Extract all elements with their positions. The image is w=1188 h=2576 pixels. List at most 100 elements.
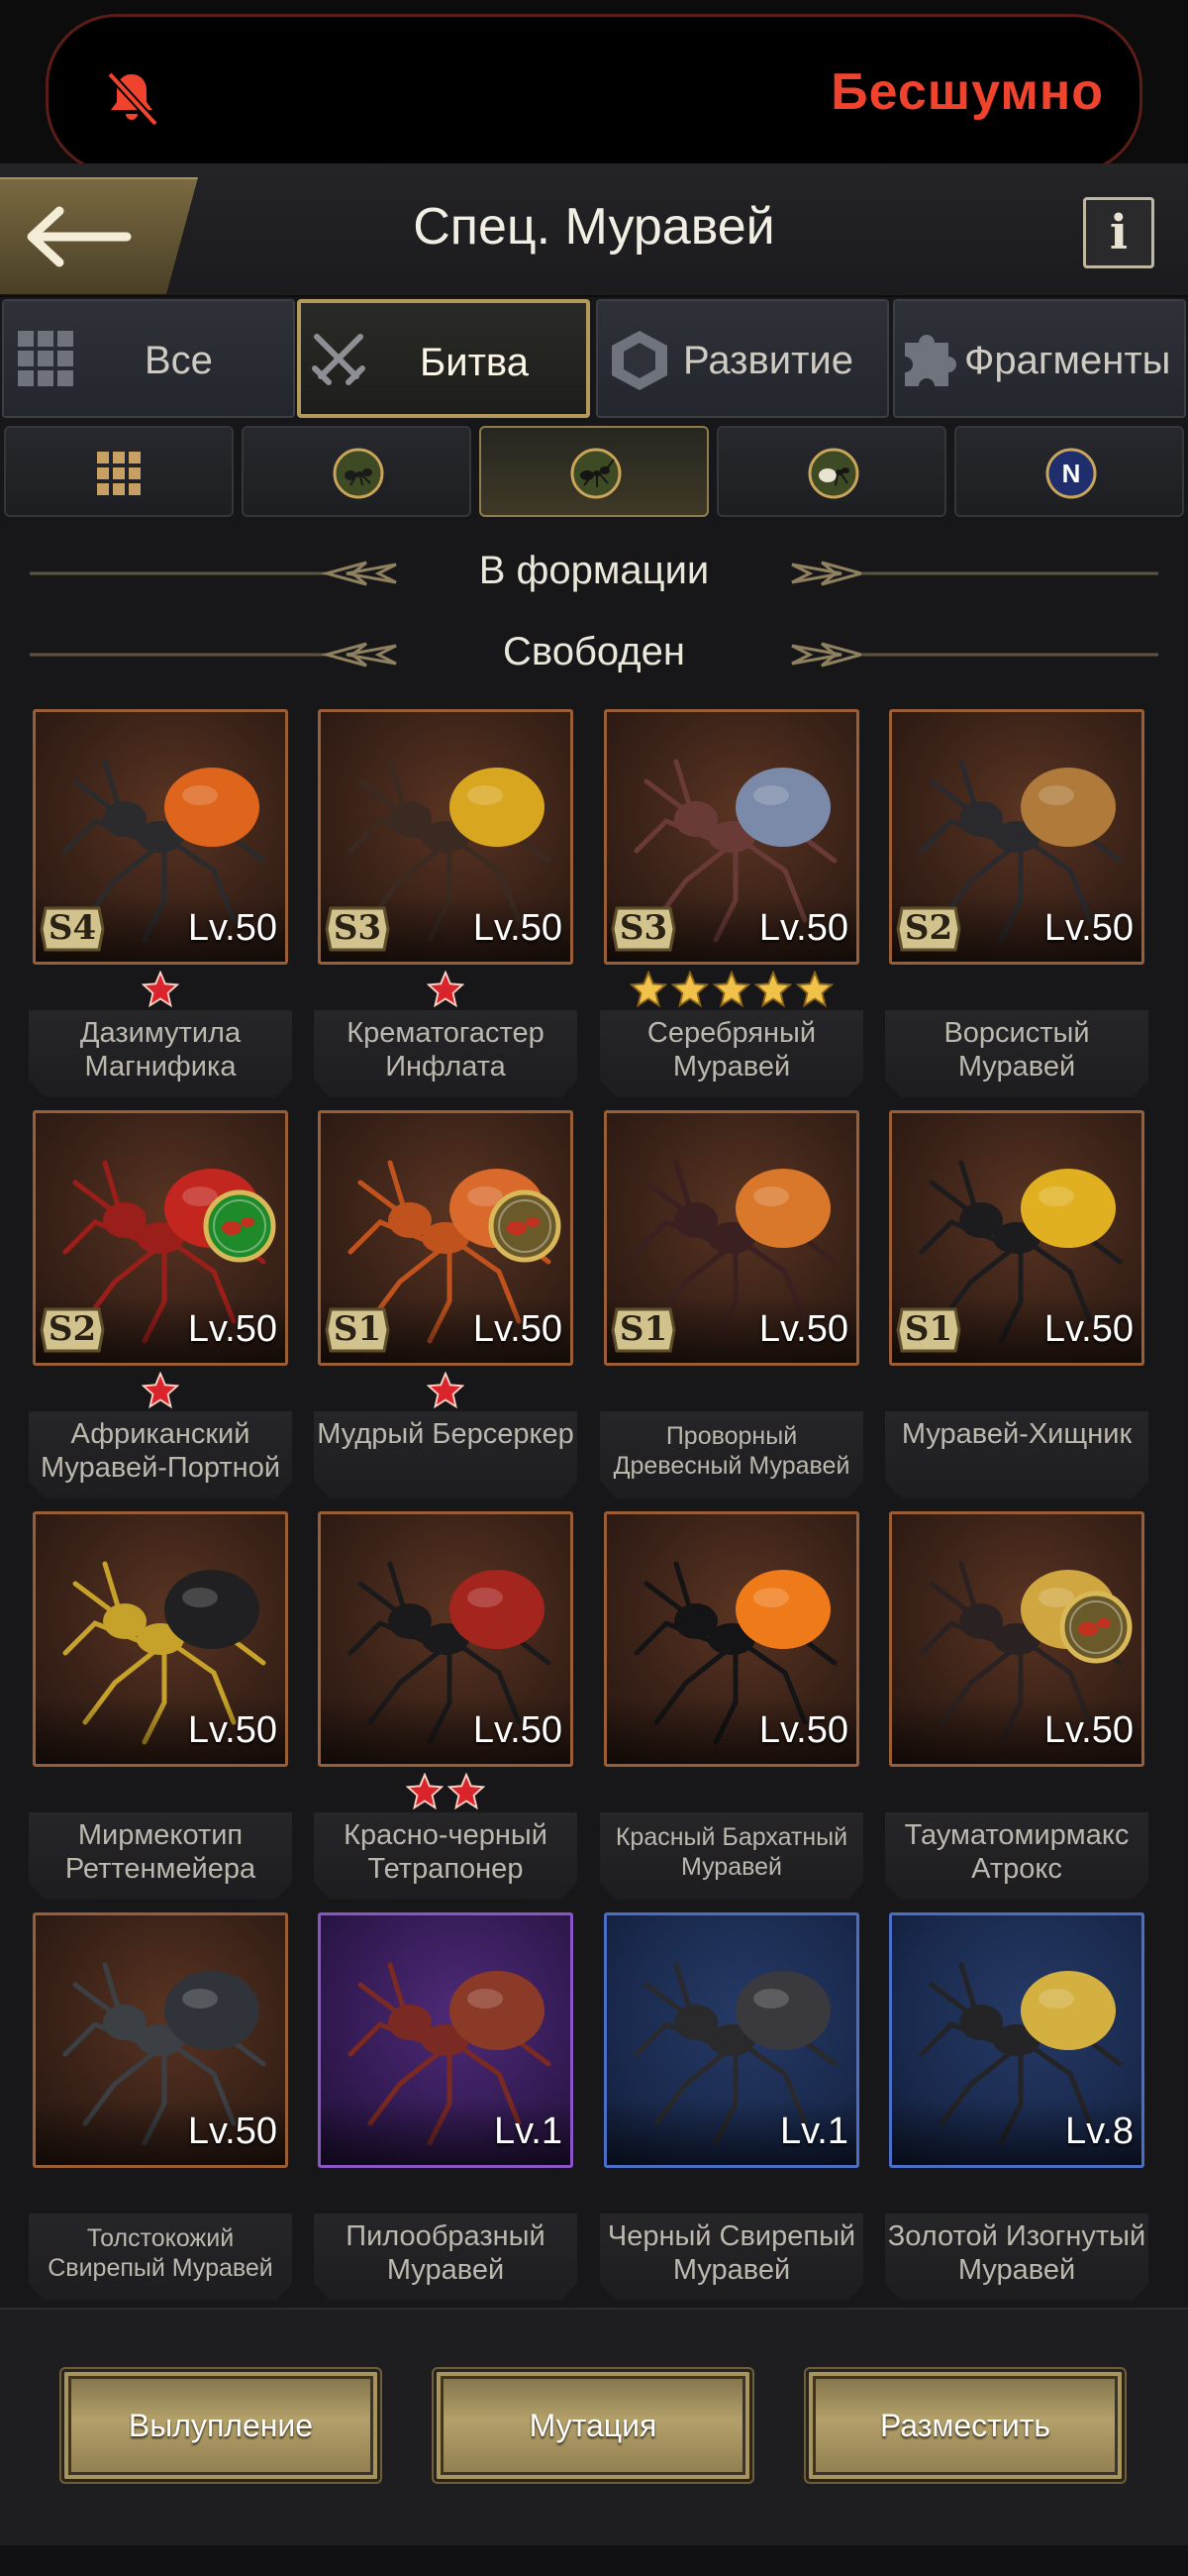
ant-portrait[interactable]: S3 Lv.50 (318, 709, 573, 965)
green-skill-icon (203, 1189, 276, 1263)
molt-button[interactable]: Вылупление (59, 2367, 382, 2484)
star-icon (427, 971, 464, 1008)
ant-name: Пилообразный Муравей (346, 2220, 545, 2286)
place-button[interactable]: Разместить (804, 2367, 1127, 2484)
ant-card[interactable]: S1 Lv.50 Муравей-Хищник (885, 1110, 1148, 1498)
star-icon (796, 971, 834, 1008)
ant-card[interactable]: Lv.50 Тауматомирмакс Атрокс (885, 1511, 1148, 1900)
filter-ant-type-2[interactable] (479, 426, 709, 517)
star-rating (604, 971, 859, 1010)
star-icon (427, 1372, 464, 1409)
ant-portrait[interactable]: Lv.50 (318, 1511, 573, 1767)
ant-portrait[interactable]: S2 Lv.50 (33, 1110, 288, 1366)
name-plate: Крематогастер Инфлата (314, 1010, 577, 1097)
tab-all[interactable]: Все (2, 299, 295, 418)
name-plate: Мудрый Берсеркер (314, 1411, 577, 1498)
category-tabs: Все Битва Развитие Фрагменты (0, 299, 1188, 418)
name-plate: Дазимутила Магнифика (29, 1010, 292, 1097)
rank-badge: S2 (896, 904, 961, 954)
ant-card[interactable]: S1 Lv.50 Мудрый Берсеркер (314, 1110, 577, 1498)
page-header: Спец. Муравей i (0, 163, 1188, 297)
level-label: Lv.50 (758, 907, 848, 949)
ant-portrait[interactable]: Lv.1 (318, 1912, 573, 2168)
ant-name: Муравей-Хищник (901, 1418, 1133, 1450)
star-rating (318, 971, 573, 1010)
ant-portrait[interactable]: Lv.50 (33, 1511, 288, 1767)
ant-card[interactable]: S2 Lv.50 Ворсистый Муравей (885, 709, 1148, 1097)
gold-skill-icon (488, 1189, 561, 1263)
name-plate: Серебряный Муравей (600, 1010, 863, 1097)
rank-label: S2 (904, 908, 953, 948)
notification-bar: Бесшумно (0, 0, 1188, 174)
action-bar: Вылупление Мутация Разместить (0, 2308, 1188, 2576)
tab-battle[interactable]: Битва (297, 299, 590, 418)
tab-fragments[interactable]: Фрагменты (893, 299, 1186, 418)
home-indicator-strip (0, 2545, 1188, 2576)
star-icon (406, 1773, 444, 1810)
page-title: Спец. Муравей (413, 198, 775, 256)
ant-portrait[interactable]: Lv.50 (33, 1912, 288, 2168)
rank-label: S1 (904, 1309, 953, 1349)
ant-name: Крематогастер Инфлата (346, 1017, 544, 1082)
filter-all[interactable] (4, 426, 234, 517)
ant-portrait[interactable]: Lv.1 (604, 1912, 859, 2168)
ornament-right-icon (791, 642, 1158, 668)
ant-name: Серебряный Муравей (646, 1017, 817, 1082)
ant-portrait[interactable]: S1 Lv.50 (604, 1110, 859, 1366)
rank-label: S1 (333, 1309, 382, 1349)
name-plate: Толстокожий Свирепый Муравей (29, 2214, 292, 2301)
ant-card[interactable]: Lv.1 Пилообразный Муравей (314, 1912, 577, 2301)
ant-name: Черный Свирепый Муравей (607, 2220, 856, 2286)
ant-type-2-icon (570, 448, 622, 499)
ant-card[interactable]: Lv.8 Золотой Изогнутый Муравей (885, 1912, 1148, 2301)
ant-card[interactable]: S4 Lv.50 Дазимутила Магнифика (29, 709, 292, 1097)
rank-badge: S4 (40, 904, 105, 954)
rank-badge: S2 (40, 1305, 105, 1355)
ant-portrait[interactable]: Lv.50 (604, 1511, 859, 1767)
level-label: Lv.50 (472, 1709, 562, 1751)
level-label: Lv.50 (187, 1709, 277, 1751)
tab-development[interactable]: Развитие (596, 299, 889, 418)
ant-name: Мудрый Берсеркер (317, 1418, 574, 1450)
ant-card[interactable]: S2 Lv.50 Африканский Муравей-Портной (29, 1110, 292, 1498)
n-badge-icon: N (1045, 448, 1097, 499)
ant-portrait[interactable]: Lv.8 (889, 1912, 1144, 2168)
ant-card[interactable]: Lv.50 Мирмекотип Реттенмейера (29, 1511, 292, 1900)
ant-portrait[interactable]: S1 Lv.50 (318, 1110, 573, 1366)
level-label: Lv.50 (472, 1308, 562, 1350)
ant-portrait[interactable]: Lv.50 (889, 1511, 1144, 1767)
ant-card[interactable]: S3 Lv.50 Крематогастер Инфлата (314, 709, 577, 1097)
ant-name: Мирмекотип Реттенмейера (64, 1819, 256, 1885)
filter-n-rank[interactable]: N (954, 426, 1184, 517)
molt-button-label: Вылупление (128, 2408, 314, 2443)
filter-ant-type-1[interactable] (242, 426, 471, 517)
ant-portrait[interactable]: S4 Lv.50 (33, 709, 288, 965)
filter-ant-type-3[interactable] (717, 426, 946, 517)
ant-portrait[interactable]: S2 Lv.50 (889, 709, 1144, 965)
ant-name: Красно-черный Тетрапонер (344, 1819, 547, 1885)
tab-development-label: Развитие (683, 339, 853, 382)
ant-card[interactable]: Lv.50 Красно-черный Тетрапонер (314, 1511, 577, 1900)
section-free: Свободен (0, 624, 1188, 683)
name-plate: Африканский Муравей-Портной (29, 1411, 292, 1498)
ant-card[interactable]: S1 Lv.50 Проворный Древесный Муравей (600, 1110, 863, 1498)
rank-badge: S1 (896, 1305, 961, 1355)
rank-label: S3 (333, 908, 382, 948)
info-button[interactable]: i (1083, 197, 1154, 268)
ant-card[interactable]: Lv.50 Толстокожий Свирепый Муравей (29, 1912, 292, 2301)
ant-portrait[interactable]: S3 Lv.50 (604, 709, 859, 965)
ant-card[interactable]: Lv.50 Красный Бархатный Муравей (600, 1511, 863, 1900)
ant-name: Красный Бархатный Муравей (615, 1823, 848, 1881)
level-label: Lv.50 (472, 907, 562, 949)
ant-name: Золотой Изогнутый Муравей (887, 2220, 1146, 2286)
ant-name: Проворный Древесный Муравей (613, 1422, 850, 1480)
ant-card[interactable]: S3 Lv.50 Серебряный Муравей (600, 709, 863, 1097)
ant-portrait[interactable]: S1 Lv.50 (889, 1110, 1144, 1366)
name-plate: Тауматомирмакс Атрокс (885, 1812, 1148, 1900)
level-label: Lv.8 (1064, 2111, 1134, 2152)
name-plate: Красно-черный Тетрапонер (314, 1812, 577, 1900)
ant-card[interactable]: Lv.1 Черный Свирепый Муравей (600, 1912, 863, 2301)
ant-type-1-icon (333, 448, 384, 499)
mutation-button[interactable]: Мутация (432, 2367, 754, 2484)
gold-skill-icon (1059, 1591, 1133, 1664)
